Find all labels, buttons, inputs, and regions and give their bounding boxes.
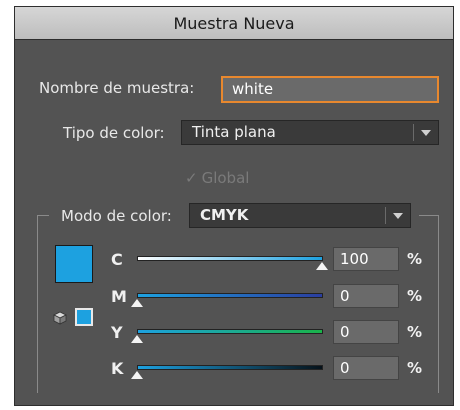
global-checkbox[interactable]: ✓ Global (185, 169, 249, 187)
black-slider-track[interactable] (137, 365, 323, 370)
color-mode-value: CMYK (200, 206, 249, 224)
color-mode-select[interactable]: CMYK (189, 203, 411, 228)
checkmark-icon: ✓ (185, 169, 198, 187)
channel-y-letter: Y (111, 323, 123, 342)
select-divider (413, 124, 414, 141)
color-type-value: Tinta plana (192, 123, 276, 141)
color-type-select[interactable]: Tinta plana (181, 120, 439, 145)
chevron-down-icon (393, 213, 403, 219)
color-type-label: Tipo de color: (63, 124, 165, 142)
yellow-slider-handle[interactable] (131, 335, 143, 343)
magenta-slider-track[interactable] (137, 293, 323, 298)
swatch-name-label: Nombre de muestra: (39, 79, 195, 97)
cyan-slider-handle[interactable] (316, 262, 328, 270)
chevron-down-icon (421, 130, 431, 136)
magenta-value-input[interactable]: 0 (333, 284, 399, 308)
black-value-input[interactable]: 0 (333, 356, 399, 380)
color-mode-label: Modo de color: (61, 207, 172, 225)
select-divider (385, 207, 386, 224)
dialog-title: Muestra Nueva (15, 7, 453, 40)
channel-k-letter: K (111, 359, 124, 378)
black-percent: % (407, 359, 423, 377)
new-swatch-dialog: Muestra Nueva Nombre de muestra: white T… (14, 6, 454, 406)
cyan-percent: % (407, 250, 423, 268)
yellow-value-input[interactable]: 0 (333, 320, 399, 344)
magenta-percent: % (407, 287, 423, 305)
black-slider-handle[interactable] (131, 371, 143, 379)
yellow-percent: % (407, 323, 423, 341)
swatch-name-input[interactable]: white (221, 76, 439, 103)
channel-m-letter: M (111, 287, 127, 306)
out-of-web-gamut-cube-icon[interactable] (53, 311, 67, 325)
cyan-slider-track[interactable] (137, 256, 323, 261)
magenta-slider-handle[interactable] (131, 299, 143, 307)
web-safe-color-swatch[interactable] (75, 308, 93, 326)
color-preview-swatch (55, 245, 93, 283)
channel-c-letter: C (111, 250, 123, 269)
cyan-value-input[interactable]: 100 (333, 247, 399, 271)
global-label: Global (201, 169, 250, 187)
yellow-slider-track[interactable] (137, 329, 323, 334)
